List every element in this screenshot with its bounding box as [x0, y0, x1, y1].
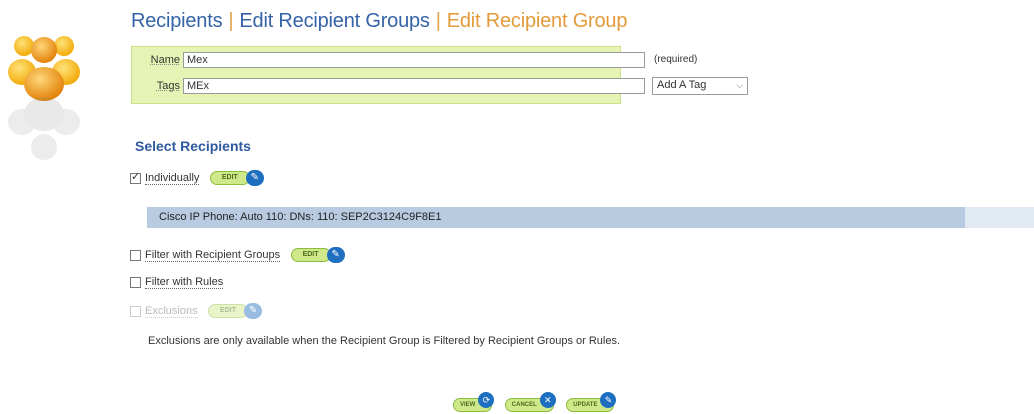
group-info-panel: Name (required) Tags Add A Tag ⌵: [131, 46, 748, 104]
filter-groups-checkbox[interactable]: [130, 249, 141, 261]
breadcrumb: Recipients | Edit Recipient Groups | Edit Re…: [131, 10, 627, 33]
refresh-icon: ⟳: [478, 391, 495, 408]
exclusions-note: Exclusions are only available when the R…: [148, 335, 621, 347]
pencil-icon: ✎: [245, 170, 264, 186]
close-icon: ✕: [539, 391, 556, 408]
edit-individually-button[interactable]: EDIT ✎: [209, 169, 266, 187]
tags-row: Tags Add A Tag ⌵: [132, 77, 748, 99]
individually-label[interactable]: Individually: [145, 172, 200, 185]
exclusions-label: Exclusions: [145, 304, 198, 318]
selected-recipient-row[interactable]: Cisco IP Phone: Auto 110: DNs: 110: SEP2…: [147, 207, 965, 228]
filter-groups-option: Filter with Recipient Groups EDIT ✎: [130, 246, 347, 264]
pencil-icon: ✎: [244, 303, 263, 319]
required-note: (required): [654, 54, 698, 65]
exclusions-option: Exclusions EDIT ✎: [130, 302, 264, 320]
edit-button-label: EDIT: [290, 248, 331, 262]
individually-option: Individually EDIT ✎: [130, 169, 266, 187]
individually-checkbox[interactable]: [130, 170, 141, 184]
tags-input[interactable]: [183, 78, 645, 94]
edit-exclusions-button: EDIT ✎: [208, 302, 264, 320]
breadcrumb-edit-recipient-groups-link[interactable]: Edit Recipient Groups: [239, 10, 430, 32]
recipient-group-logo-icon: [8, 36, 80, 160]
selected-recipient-row-tail: [965, 207, 1034, 228]
tags-label: Tags: [156, 80, 180, 92]
filter-rules-checkbox[interactable]: [130, 277, 141, 289]
filter-rules-option: Filter with Rules: [130, 274, 224, 292]
name-input[interactable]: [183, 52, 645, 68]
pencil-icon: ✎: [600, 391, 617, 408]
add-tag-dropdown[interactable]: Add A Tag ⌵: [652, 77, 748, 95]
filter-rules-label[interactable]: Filter with Rules: [145, 276, 224, 290]
breadcrumb-recipients-link[interactable]: Recipients: [131, 10, 223, 32]
edit-button-label: EDIT: [209, 171, 250, 185]
breadcrumb-separator: |: [228, 10, 234, 32]
breadcrumb-current-page: Edit Recipient Group: [446, 10, 628, 32]
edit-button-label: EDIT: [208, 304, 249, 318]
select-recipients-heading: Select Recipients: [135, 138, 251, 154]
name-row: Name (required): [132, 51, 697, 73]
exclusions-checkbox: [130, 305, 141, 317]
edit-filter-groups-button[interactable]: EDIT ✎: [290, 246, 347, 264]
cancel-button[interactable]: CANCEL ✕: [504, 391, 556, 412]
action-buttons: VIEW ⟳ CANCEL ✕ UPDATE ✎: [453, 391, 622, 412]
view-button[interactable]: VIEW ⟳: [453, 391, 495, 412]
pencil-icon: ✎: [326, 247, 345, 263]
name-label: Name: [150, 54, 180, 66]
update-button[interactable]: UPDATE ✎: [566, 391, 617, 412]
breadcrumb-separator: |: [435, 10, 441, 32]
chevron-down-icon: ⌵: [736, 80, 743, 90]
add-tag-dropdown-label: Add A Tag: [657, 79, 707, 91]
filter-groups-label[interactable]: Filter with Recipient Groups: [145, 249, 281, 262]
